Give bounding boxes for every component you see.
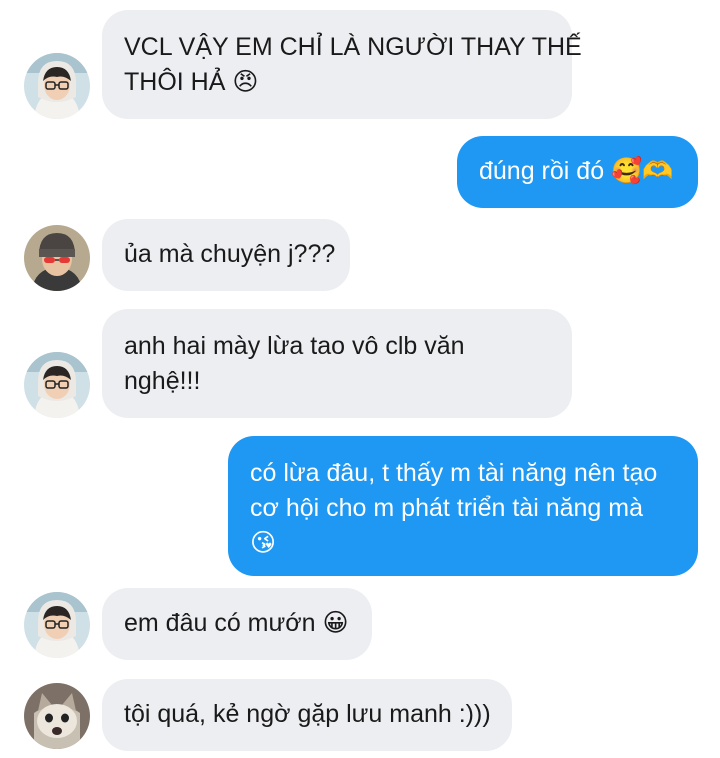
message-bubble-incoming[interactable]: anh hai mày lừa tao vô clb văn nghệ!!! — [102, 309, 572, 418]
avatar-glasses-boy-icon — [24, 53, 90, 119]
message-bubble-incoming[interactable]: VCL VẬY EM CHỈ LÀ NGƯỜI THAY THẾ THÔI HẢ… — [102, 10, 582, 119]
message-text: đúng rồi đó 🥰🫶 — [479, 157, 674, 185]
message-bubble-incoming[interactable]: tội quá, kẻ ngờ gặp lưu manh :))) — [102, 679, 512, 751]
message-bubble-incoming[interactable]: em đâu có mướn 😀 — [102, 588, 372, 660]
avatar-cat[interactable] — [24, 683, 90, 749]
avatar-glasses-boy[interactable] — [24, 53, 90, 119]
message-bubble-outgoing[interactable]: có lừa đâu, t thấy m tài năng nên tạo cơ… — [228, 436, 698, 576]
avatar-glasses-boy-icon — [24, 352, 90, 418]
message-text: tội quá, kẻ ngờ gặp lưu manh :))) — [124, 700, 491, 728]
avatar-glasses-boy[interactable] — [24, 592, 90, 658]
message-text: cơ hội cho m phát triển tài năng mà — [250, 494, 643, 522]
avatar-cat-icon — [24, 683, 90, 749]
message-text: ủa mà chuyện j??? — [124, 240, 336, 268]
message-bubble-outgoing[interactable]: đúng rồi đó 🥰🫶 — [457, 136, 698, 208]
message-bubble-incoming[interactable]: ủa mà chuyện j??? — [102, 219, 350, 291]
message-text: THÔI HẢ 😠 — [124, 68, 259, 96]
message-text: em đâu có mướn 😀 — [124, 609, 349, 637]
message-text: VCL VẬY EM CHỈ LÀ NGƯỜI THAY THẾ — [124, 33, 582, 61]
avatar-beanie-boy-icon — [24, 225, 90, 291]
avatar-beanie-boy[interactable] — [24, 225, 90, 291]
message-text: anh hai mày lừa tao vô clb văn — [124, 332, 465, 360]
message-text: có lừa đâu, t thấy m tài năng nên tạo — [250, 459, 658, 487]
message-text: nghệ!!! — [124, 367, 201, 395]
avatar-glasses-boy[interactable] — [24, 352, 90, 418]
message-text: 😘 — [250, 529, 277, 557]
avatar-glasses-boy-icon — [24, 592, 90, 658]
